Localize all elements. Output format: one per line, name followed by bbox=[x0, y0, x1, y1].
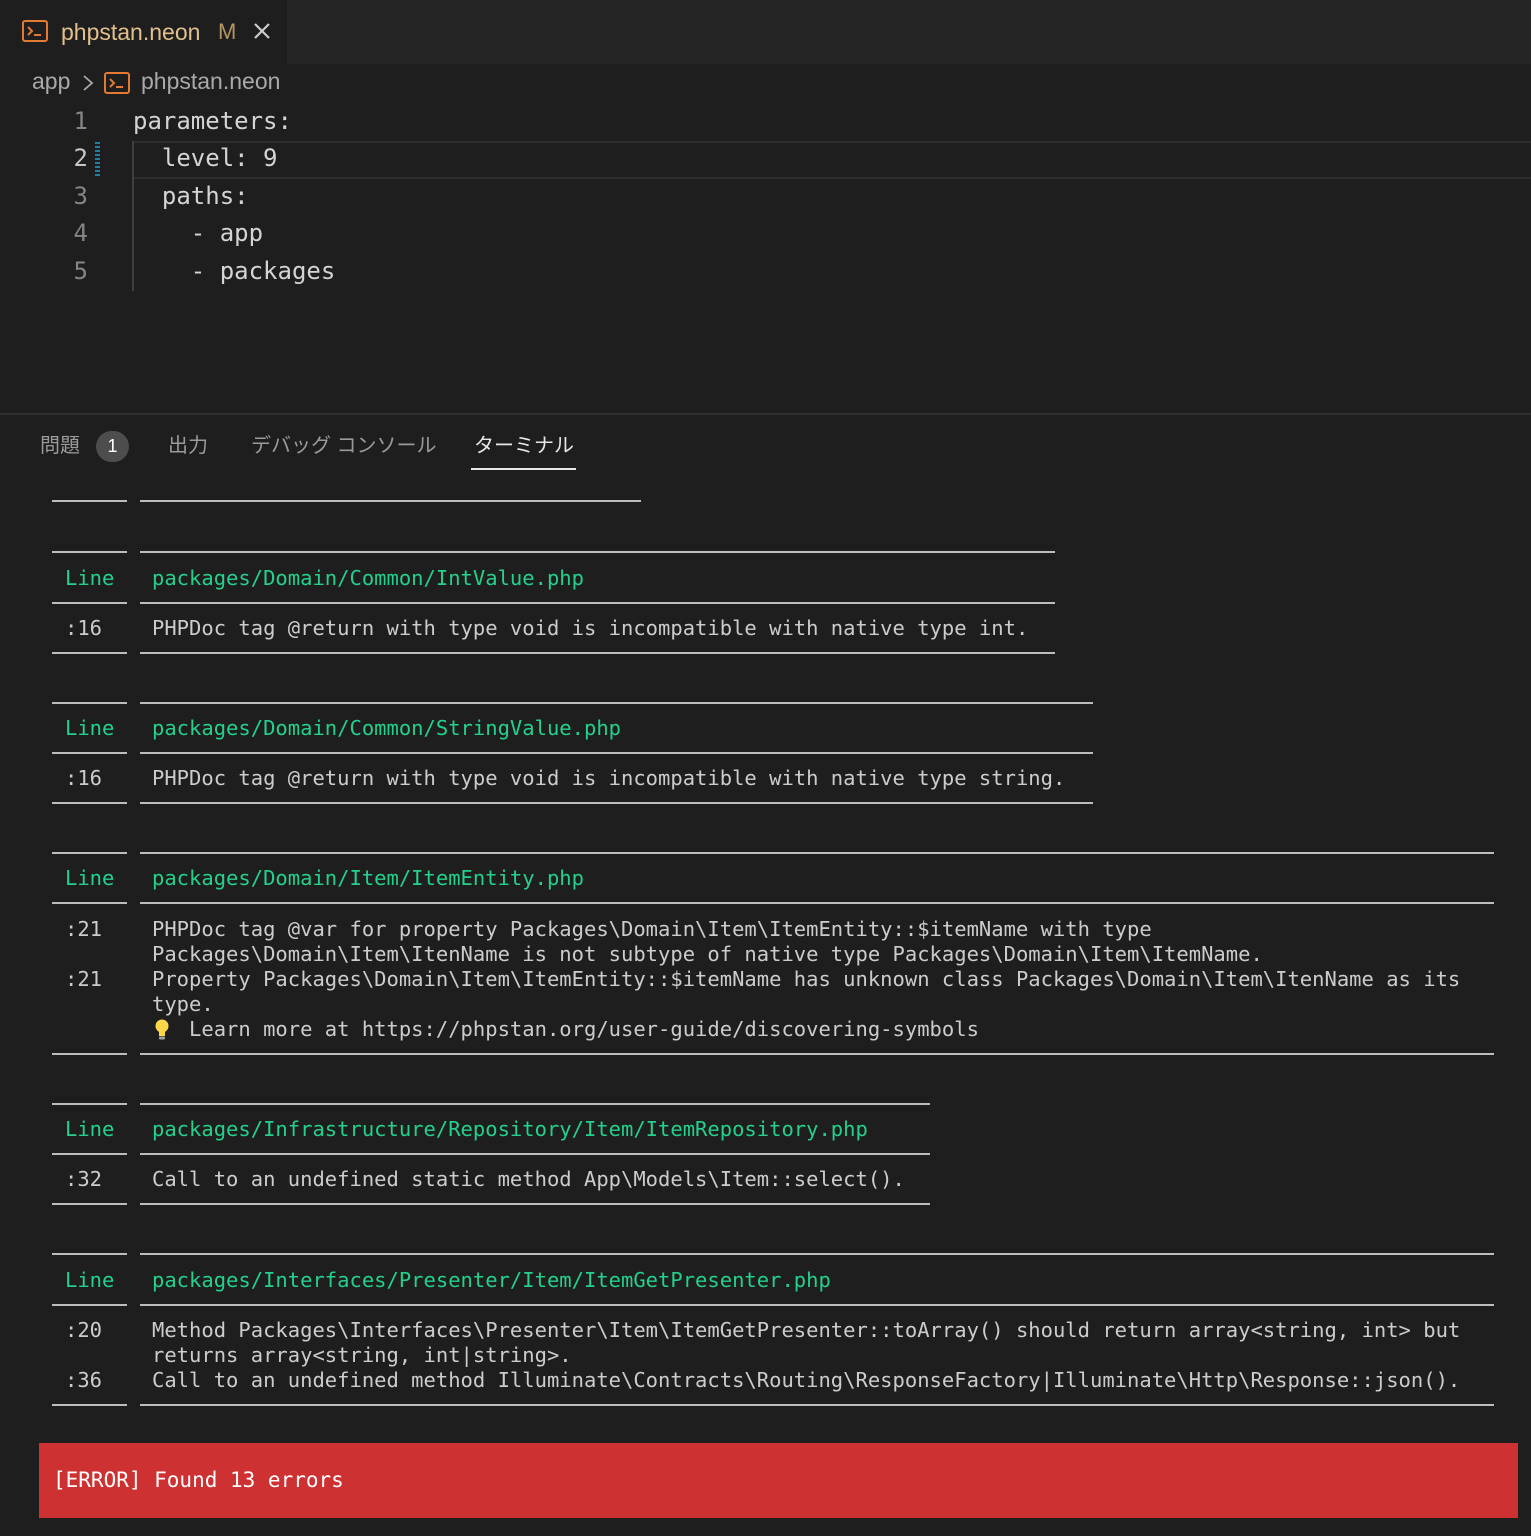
error-message: type. bbox=[152, 992, 214, 1016]
table-separator bbox=[140, 752, 1093, 754]
line-number: 5 bbox=[73, 257, 88, 285]
tab-debug-console[interactable]: デバッグ コンソール bbox=[251, 430, 437, 462]
breadcrumb-file[interactable]: phpstan.neon bbox=[141, 68, 280, 95]
modified-indicator: M bbox=[218, 19, 237, 44]
problems-count-badge: 1 bbox=[96, 431, 129, 462]
table-separator bbox=[140, 1103, 930, 1105]
error-message: Property Packages\Domain\Item\ItemEntity… bbox=[152, 967, 1461, 991]
gutter-modified-marker bbox=[95, 142, 100, 176]
column-header-line: Line bbox=[65, 716, 115, 740]
table-separator bbox=[52, 652, 127, 654]
error-message: Call to an undefined method Illuminate\C… bbox=[152, 1368, 1461, 1392]
file-path-header: packages/Domain/Item/ItemEntity.php bbox=[152, 866, 584, 890]
file-path-header: packages/Interfaces/Presenter/Item/ItemG… bbox=[152, 1268, 831, 1292]
table-separator bbox=[52, 1203, 127, 1205]
terminal-file-icon bbox=[22, 20, 48, 42]
code-line[interactable]: paths: bbox=[133, 177, 249, 215]
code-line[interactable]: level: 9 bbox=[133, 139, 278, 177]
table-separator bbox=[52, 752, 127, 754]
table-separator bbox=[140, 1203, 930, 1205]
error-summary-bar: [ERROR] Found 13 errors bbox=[39, 1443, 1518, 1518]
file-path-header: packages/Domain/Common/StringValue.php bbox=[152, 716, 621, 740]
column-header-line: Line bbox=[65, 566, 115, 590]
table-separator bbox=[140, 500, 641, 502]
learn-more-hint: Learn more at https://phpstan.org/user-g… bbox=[152, 1017, 979, 1041]
error-summary-text: [ERROR] Found 13 errors bbox=[53, 1468, 344, 1492]
table-separator bbox=[52, 1103, 127, 1105]
file-path-header: packages/Infrastructure/Repository/Item/… bbox=[152, 1117, 868, 1141]
lightbulb-icon bbox=[155, 1019, 169, 1040]
line-number: 2 bbox=[73, 144, 88, 172]
table-separator bbox=[140, 652, 1055, 654]
line-number: 1 bbox=[73, 107, 88, 135]
table-separator bbox=[52, 1404, 127, 1406]
table-separator bbox=[52, 1153, 127, 1155]
tab-output[interactable]: 出力 bbox=[168, 430, 208, 462]
table-separator bbox=[140, 1253, 1494, 1255]
error-line-number: :16 bbox=[65, 766, 103, 790]
error-line-number: :21 bbox=[65, 967, 103, 991]
error-message: returns array<string, int|string>. bbox=[152, 1343, 572, 1367]
tab-title: phpstan.neon bbox=[61, 19, 201, 45]
error-line-number: :21 bbox=[65, 917, 103, 941]
error-line-number: :32 bbox=[65, 1167, 103, 1191]
table-separator bbox=[140, 602, 1055, 604]
table-separator bbox=[140, 1153, 930, 1155]
table-separator bbox=[52, 902, 127, 904]
line-number: 3 bbox=[73, 182, 88, 210]
table-separator bbox=[140, 1053, 1494, 1055]
column-header-line: Line bbox=[65, 866, 115, 890]
tab-terminal[interactable]: ターミナル bbox=[474, 430, 574, 462]
error-message: Call to an undefined static method App\M… bbox=[152, 1167, 905, 1191]
table-separator bbox=[140, 1404, 1494, 1406]
table-separator bbox=[140, 902, 1494, 904]
tab-phpstan-neon[interactable]: phpstan.neon M bbox=[0, 0, 287, 64]
file-path-header: packages/Domain/Common/IntValue.php bbox=[152, 566, 584, 590]
table-separator bbox=[140, 852, 1494, 854]
close-icon[interactable] bbox=[251, 20, 273, 42]
panel-border bbox=[0, 413, 1531, 415]
terminal-file-icon bbox=[104, 72, 130, 94]
current-line-highlight bbox=[132, 141, 1531, 179]
code-editor[interactable]: 1 parameters: 2 level: 9 3 paths: 4 - ap… bbox=[0, 100, 1531, 410]
table-separator bbox=[52, 551, 127, 553]
table-separator bbox=[52, 852, 127, 854]
table-separator bbox=[52, 702, 127, 704]
table-separator bbox=[140, 702, 1093, 704]
column-header-line: Line bbox=[65, 1117, 115, 1141]
code-line[interactable]: - packages bbox=[133, 252, 336, 290]
error-message: PHPDoc tag @return with type void is inc… bbox=[152, 766, 1066, 790]
column-header-line: Line bbox=[65, 1268, 115, 1292]
table-separator bbox=[140, 1304, 1494, 1306]
error-message: PHPDoc tag @var for property Packages\Do… bbox=[152, 917, 1152, 941]
table-separator bbox=[52, 1253, 127, 1255]
table-separator bbox=[52, 500, 127, 502]
code-line[interactable]: - app bbox=[133, 214, 263, 252]
table-separator bbox=[52, 1304, 127, 1306]
line-number: 4 bbox=[73, 219, 88, 247]
error-message: Packages\Domain\Item\ItenName is not sub… bbox=[152, 942, 1263, 966]
error-line-number: :16 bbox=[65, 616, 103, 640]
table-separator bbox=[52, 602, 127, 604]
error-message: Method Packages\Interfaces\Presenter\Ite… bbox=[152, 1318, 1461, 1342]
error-message: PHPDoc tag @return with type void is inc… bbox=[152, 616, 1029, 640]
code-line[interactable]: parameters: bbox=[133, 102, 292, 140]
error-line-number: :20 bbox=[65, 1318, 103, 1342]
table-separator bbox=[140, 551, 1055, 553]
tab-problems[interactable]: 問題 bbox=[40, 430, 80, 462]
active-tab-indicator bbox=[471, 468, 576, 470]
breadcrumb-folder[interactable]: app bbox=[32, 68, 70, 95]
chevron-right-icon bbox=[83, 75, 94, 91]
error-line-number: :36 bbox=[65, 1368, 103, 1392]
editor-tab-bar: phpstan.neon M bbox=[0, 0, 1531, 64]
table-separator bbox=[52, 802, 127, 804]
table-separator bbox=[52, 1053, 127, 1055]
table-separator bbox=[140, 802, 1093, 804]
